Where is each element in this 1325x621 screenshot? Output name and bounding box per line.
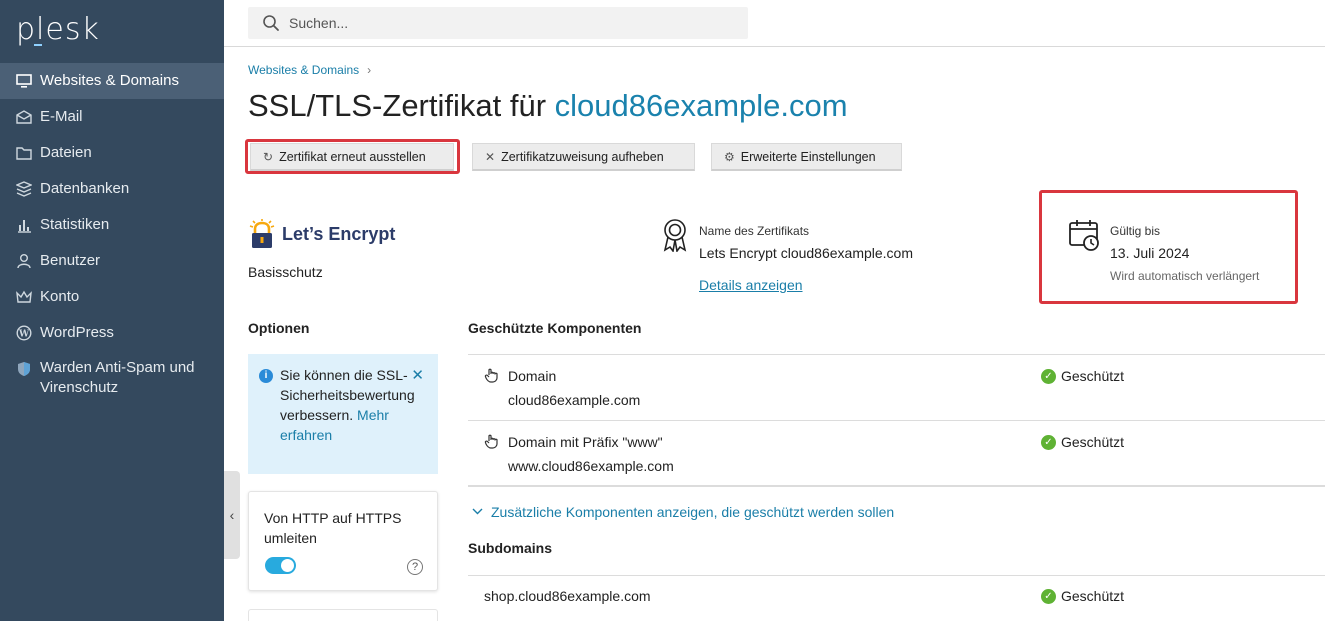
sidebar-item-label: Konto xyxy=(40,288,80,305)
advanced-settings-label: Erweiterte Einstellungen xyxy=(740,149,876,164)
redirect-card: Von HTTP auf HTTPS umleiten ? xyxy=(248,491,438,591)
table-row: Domain cloud86example.com ✓ Geschützt xyxy=(468,355,1325,421)
sidebar-item-label: Benutzer xyxy=(40,252,101,269)
component-value: cloud86example.com xyxy=(508,392,641,408)
certificate-badge-icon xyxy=(663,219,687,252)
search-box[interactable] xyxy=(248,7,748,39)
redirect-label: Von HTTP auf HTTPS umleiten xyxy=(264,510,402,546)
search-input[interactable] xyxy=(289,15,729,31)
show-more-components-link[interactable]: Zusätzliche Komponenten anzeigen, die ge… xyxy=(472,504,894,520)
logo-accent xyxy=(34,44,42,46)
sidebar-item-statistics[interactable]: Statistiken xyxy=(0,207,224,243)
folder-icon xyxy=(16,145,32,161)
highlight-reissue xyxy=(245,139,460,174)
sidebar-item-email[interactable]: E-Mail xyxy=(0,99,224,135)
user-icon xyxy=(16,253,32,269)
status-text: Geschützt xyxy=(1061,368,1125,384)
sidebar-nav: Websites & Domains E-Mail Dateien Datenb… xyxy=(0,63,224,399)
subdomains-title: Subdomains xyxy=(468,540,553,556)
sidebar-item-label: E-Mail xyxy=(40,108,83,125)
sidebar-item-label: Websites & Domains xyxy=(40,72,179,89)
pointer-hand-icon xyxy=(484,433,500,452)
chevron-left-icon: ‹ xyxy=(229,507,235,523)
sidebar-item-label: WordPress xyxy=(40,324,114,341)
next-option-card xyxy=(248,609,438,621)
advanced-settings-button[interactable]: ⚙ Erweiterte Einstellungen xyxy=(711,143,902,171)
page-title-prefix: SSL/TLS-Zertifikat für xyxy=(248,88,547,123)
certificate-name: Lets Encrypt cloud86example.com xyxy=(699,245,913,261)
topbar xyxy=(224,0,1325,47)
database-icon xyxy=(16,181,32,197)
sidebar-item-wordpress[interactable]: W WordPress xyxy=(0,315,224,351)
lets-encrypt-logo: Let’s Encrypt xyxy=(248,219,395,249)
search-icon xyxy=(263,15,279,31)
toggle-knob xyxy=(281,559,294,572)
components-title: Geschützte Komponenten xyxy=(468,320,642,336)
redirect-toggle[interactable] xyxy=(265,557,296,574)
sidebar-item-account[interactable]: Konto xyxy=(0,279,224,315)
sidebar-item-websites-domains[interactable]: Websites & Domains xyxy=(0,63,224,99)
wordpress-icon: W xyxy=(16,325,32,341)
status-protected: ✓ Geschützt xyxy=(1041,434,1124,450)
sidebar-item-databases[interactable]: Datenbanken xyxy=(0,171,224,207)
chevron-down-icon xyxy=(472,506,483,518)
unassign-certificate-label: Zertifikatzuweisung aufheben xyxy=(501,149,664,164)
subdomains-table: shop.cloud86example.com ✓ Geschützt xyxy=(468,575,1325,621)
breadcrumb: Websites & Domains › xyxy=(248,63,371,77)
sidebar-collapse-handle[interactable]: ‹ xyxy=(224,471,240,559)
breadcrumb-link-websites-domains[interactable]: Websites & Domains xyxy=(248,63,359,77)
check-circle-icon: ✓ xyxy=(1041,588,1056,604)
info-box: i ✕ Sie können die SSL-Sicherheitsbewert… xyxy=(248,354,438,474)
sidebar-item-files[interactable]: Dateien xyxy=(0,135,224,171)
sidebar-item-label: Datenbanken xyxy=(40,180,130,197)
check-circle-icon: ✓ xyxy=(1041,368,1056,384)
pointer-hand-icon xyxy=(484,367,500,386)
details-link[interactable]: Details anzeigen xyxy=(699,277,803,293)
help-icon[interactable]: ? xyxy=(407,559,423,575)
bar-chart-icon xyxy=(16,217,32,233)
monitor-icon xyxy=(16,73,32,89)
sidebar-item-label: Statistiken xyxy=(40,216,110,233)
show-more-label: Zusätzliche Komponenten anzeigen, die ge… xyxy=(491,504,895,520)
svg-text:W: W xyxy=(18,330,30,340)
lets-encrypt-icon xyxy=(249,219,275,248)
close-icon[interactable]: ✕ xyxy=(411,366,424,386)
table-row: Domain mit Präfix "www" www.cloud86examp… xyxy=(468,421,1325,487)
info-icon: i xyxy=(259,369,273,383)
shield-icon xyxy=(16,361,32,377)
options-title: Optionen xyxy=(248,320,310,336)
close-icon: ✕ xyxy=(485,149,496,164)
provider-plan: Basisschutz xyxy=(248,264,323,280)
sidebar-item-warden[interactable]: Warden Anti-Spam und Virenschutz xyxy=(0,351,224,399)
status-text: Geschützt xyxy=(1061,588,1125,604)
chevron-right-icon: › xyxy=(367,63,372,77)
page-title: SSL/TLS-Zertifikat für cloud86example.co… xyxy=(248,88,848,124)
component-name: Domain mit Präfix "www" xyxy=(508,434,663,450)
check-circle-icon: ✓ xyxy=(1041,434,1056,450)
table-row: shop.cloud86example.com ✓ Geschützt xyxy=(468,576,1325,621)
plesk-logo[interactable]: plesk xyxy=(16,12,100,47)
sidebar-item-label: Dateien xyxy=(40,144,92,161)
page-title-domain[interactable]: cloud86example.com xyxy=(555,88,848,123)
gear-icon: ⚙ xyxy=(724,149,735,164)
subdomain-name: shop.cloud86example.com xyxy=(484,588,651,604)
divider xyxy=(468,485,1325,487)
crown-icon xyxy=(16,289,32,305)
component-name: Domain xyxy=(508,368,557,384)
status-text: Geschützt xyxy=(1061,434,1125,450)
status-protected: ✓ Geschützt xyxy=(1041,588,1124,604)
provider-name: Let’s Encrypt xyxy=(282,223,396,244)
sidebar: plesk Websites & Domains E-Mail Dateien … xyxy=(0,0,224,621)
highlight-validity xyxy=(1039,190,1298,304)
status-protected: ✓ Geschützt xyxy=(1041,368,1124,384)
certificate-name-label: Name des Zertifikats xyxy=(699,224,810,238)
mail-icon xyxy=(16,109,32,125)
unassign-certificate-button[interactable]: ✕ Zertifikatzuweisung aufheben xyxy=(472,143,695,171)
component-value: www.cloud86example.com xyxy=(508,458,674,474)
sidebar-item-users[interactable]: Benutzer xyxy=(0,243,224,279)
sidebar-item-label: Warden Anti-Spam und Virenschutz xyxy=(40,359,195,396)
info-text: Sie können die SSL-Sicherheitsbewertung … xyxy=(280,367,415,423)
components-table: Domain cloud86example.com ✓ Geschützt Do… xyxy=(468,354,1325,487)
